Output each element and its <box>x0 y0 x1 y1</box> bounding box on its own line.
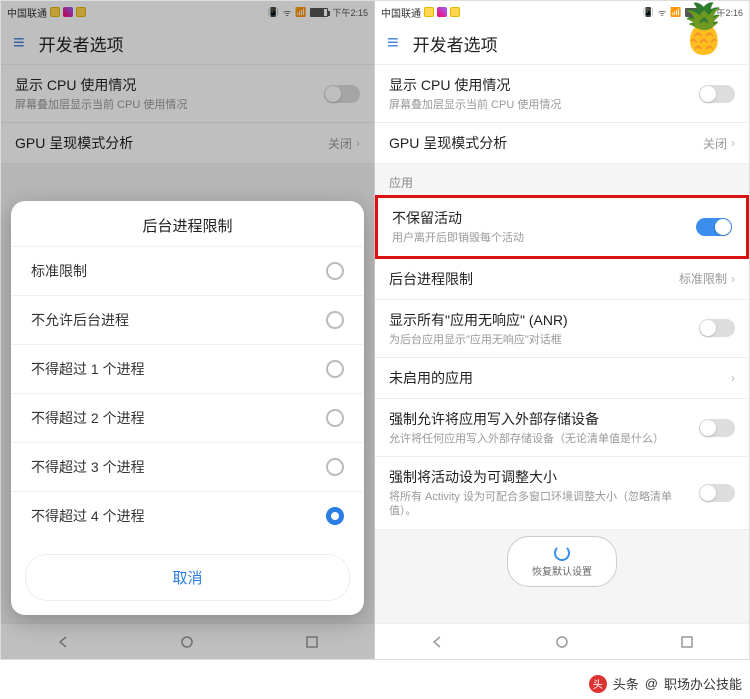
row-dont-keep-activities[interactable]: 不保留活动 用户离开后即销毁每个活动 <box>375 195 749 258</box>
menu-icon[interactable]: ≡ <box>387 32 399 55</box>
row-cpu-usage[interactable]: 显示 CPU 使用情况 屏幕叠加层显示当前 CPU 使用情况 <box>375 65 749 123</box>
credit-name: 职场办公技能 <box>664 674 742 693</box>
radio-icon <box>326 262 344 280</box>
row-title: 后台进程限制 <box>389 269 473 289</box>
row-title: GPU 呈现模式分析 <box>389 133 507 153</box>
carrier-label: 中国联通 <box>381 5 421 20</box>
toggle-external-write[interactable] <box>699 419 735 437</box>
row-value: 标准限制 <box>679 270 727 287</box>
toggle-dont-keep-activities[interactable] <box>696 218 732 236</box>
wifi-icon: ᯤ <box>658 6 666 19</box>
cancel-button[interactable]: 取消 <box>25 554 350 601</box>
bg-limit-option[interactable]: 不得超过 4 个进程 <box>11 491 364 540</box>
option-label: 不得超过 4 个进程 <box>31 506 145 526</box>
notif-icon <box>424 7 434 17</box>
row-force-resizable[interactable]: 强制将活动设为可调整大小 将所有 Activity 设为可配合多窗口环境调整大小… <box>375 457 749 530</box>
row-bg-process-limit[interactable]: 后台进程限制 标准限制 › <box>375 259 749 300</box>
chevron-right-icon: › <box>731 136 735 150</box>
bg-limit-option[interactable]: 不得超过 3 个进程 <box>11 442 364 491</box>
refresh-icon <box>554 545 570 561</box>
row-gpu-profile[interactable]: GPU 呈现模式分析 关闭 › <box>375 123 749 164</box>
row-title: 强制允许将应用写入外部存储设备 <box>389 409 664 429</box>
reset-label: 恢复默认设置 <box>532 563 592 578</box>
option-label: 不得超过 1 个进程 <box>31 359 145 379</box>
radio-icon <box>326 409 344 427</box>
bg-limit-option[interactable]: 不得超过 1 个进程 <box>11 344 364 393</box>
nav-home-icon[interactable] <box>554 634 570 650</box>
sheet-title: 后台进程限制 <box>11 201 364 246</box>
bg-limit-sheet: 后台进程限制 标准限制不允许后台进程不得超过 1 个进程不得超过 2 个进程不得… <box>11 201 364 615</box>
row-title: 不保留活动 <box>392 208 524 228</box>
bg-limit-option[interactable]: 标准限制 <box>11 246 364 295</box>
toggle-cpu-usage[interactable] <box>699 85 735 103</box>
pineapple-decoration: 🍍 <box>674 0 734 57</box>
row-title: 显示所有"应用无响应" (ANR) <box>389 310 568 330</box>
option-label: 不得超过 3 个进程 <box>31 457 145 477</box>
option-label: 不得超过 2 个进程 <box>31 408 145 428</box>
nav-bar <box>375 623 749 659</box>
radio-icon <box>326 360 344 378</box>
row-disabled-apps[interactable]: 未启用的应用 › <box>375 358 749 399</box>
option-label: 标准限制 <box>31 261 87 281</box>
nav-recent-icon[interactable] <box>679 634 695 650</box>
credit-prefix: 头条 <box>613 674 639 693</box>
row-title: 显示 CPU 使用情况 <box>389 75 561 95</box>
radio-icon <box>326 311 344 329</box>
row-title: 强制将活动设为可调整大小 <box>389 467 691 487</box>
credit-watermark: 头 头条 @ 职场办公技能 <box>589 674 742 693</box>
notif-icon <box>437 7 447 17</box>
nav-back-icon[interactable] <box>429 634 445 650</box>
phone-left: 中国联通 📳 ᯤ 📶 下午2:15 ≡ 开发者选项 显示 CPU 使用情况 屏 <box>1 1 375 659</box>
row-subtitle: 允许将任何应用写入外部存储设备（无论清单值是什么） <box>389 432 664 446</box>
row-title: 未启用的应用 <box>389 368 473 388</box>
chevron-right-icon: › <box>731 371 735 385</box>
phone-right: 中国联通 📳 ᯤ 📶 下午2:16 ≡ 开发者选项 显示 CPU 使用情况 屏 <box>375 1 749 659</box>
page-title: 开发者选项 <box>413 31 498 56</box>
reset-defaults-button[interactable]: 恢复默认设置 <box>507 536 617 587</box>
option-label: 不允许后台进程 <box>31 310 129 330</box>
row-subtitle: 用户离开后即销毁每个活动 <box>392 231 524 245</box>
row-force-external-write[interactable]: 强制允许将应用写入外部存储设备 允许将任何应用写入外部存储设备（无论清单值是什么… <box>375 399 749 457</box>
settings-list: 显示 CPU 使用情况 屏幕叠加层显示当前 CPU 使用情况 GPU 呈现模式分… <box>375 65 749 623</box>
credit-sep: @ <box>645 676 658 691</box>
row-value: 关闭 <box>703 135 727 152</box>
notif-icon <box>450 7 460 17</box>
section-apps: 应用 <box>375 164 749 195</box>
toggle-show-anr[interactable] <box>699 319 735 337</box>
radio-icon <box>326 507 344 525</box>
vibrate-icon: 📳 <box>643 7 654 18</box>
bg-limit-option[interactable]: 不得超过 2 个进程 <box>11 393 364 442</box>
toutiao-logo-icon: 头 <box>589 675 607 693</box>
chevron-right-icon: › <box>731 272 735 286</box>
screenshot-pair: 中国联通 📳 ᯤ 📶 下午2:15 ≡ 开发者选项 显示 CPU 使用情况 屏 <box>0 0 750 660</box>
row-subtitle: 为后台应用显示"应用无响应"对话框 <box>389 333 568 347</box>
row-subtitle: 屏幕叠加层显示当前 CPU 使用情况 <box>389 98 561 112</box>
row-subtitle: 将所有 Activity 设为可配合多窗口环境调整大小（忽略清单值）。 <box>389 490 691 519</box>
bg-limit-option[interactable]: 不允许后台进程 <box>11 295 364 344</box>
radio-icon <box>326 458 344 476</box>
toggle-force-resizable[interactable] <box>699 484 735 502</box>
row-show-anr[interactable]: 显示所有"应用无响应" (ANR) 为后台应用显示"应用无响应"对话框 <box>375 300 749 358</box>
